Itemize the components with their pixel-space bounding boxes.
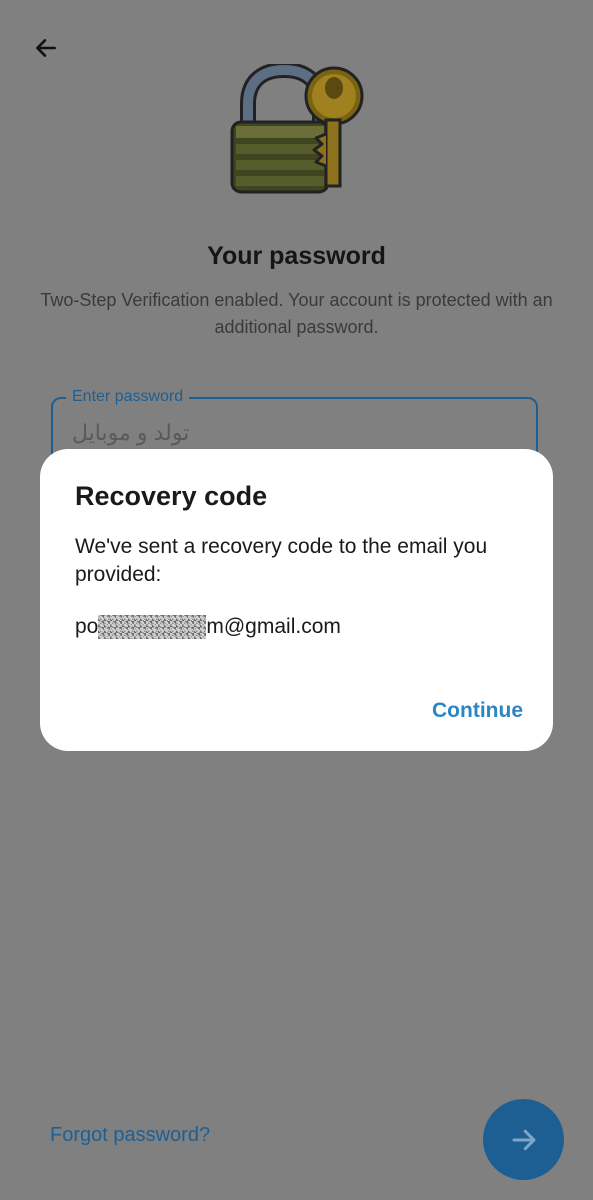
email-prefix: po — [75, 615, 99, 638]
continue-button[interactable]: Continue — [432, 699, 523, 723]
arrow-right-icon — [512, 1129, 535, 1150]
recovery-email: po m@gmail.com — [75, 615, 341, 639]
email-suffix: m@gmail.com — [206, 615, 341, 638]
dialog-message: We've sent a recovery code to the email … — [75, 535, 488, 586]
page-subtitle: Two-Step Verification enabled. Your acco… — [40, 290, 553, 337]
next-button[interactable] — [483, 1099, 564, 1180]
back-button[interactable] — [28, 30, 64, 66]
padlock-key-icon — [230, 64, 364, 194]
page-title: Your password — [207, 242, 386, 270]
password-input-label: Enter password — [66, 388, 190, 406]
redacted-block — [98, 615, 207, 639]
recovery-code-dialog: Recovery code We've sent a recovery code… — [40, 449, 553, 751]
arrow-left-icon — [36, 39, 56, 57]
dialog-title: Recovery code — [75, 481, 268, 511]
password-input-value: تولد و موبایل — [72, 420, 190, 445]
forgot-password-link[interactable]: Forgot password? — [50, 1124, 210, 1147]
